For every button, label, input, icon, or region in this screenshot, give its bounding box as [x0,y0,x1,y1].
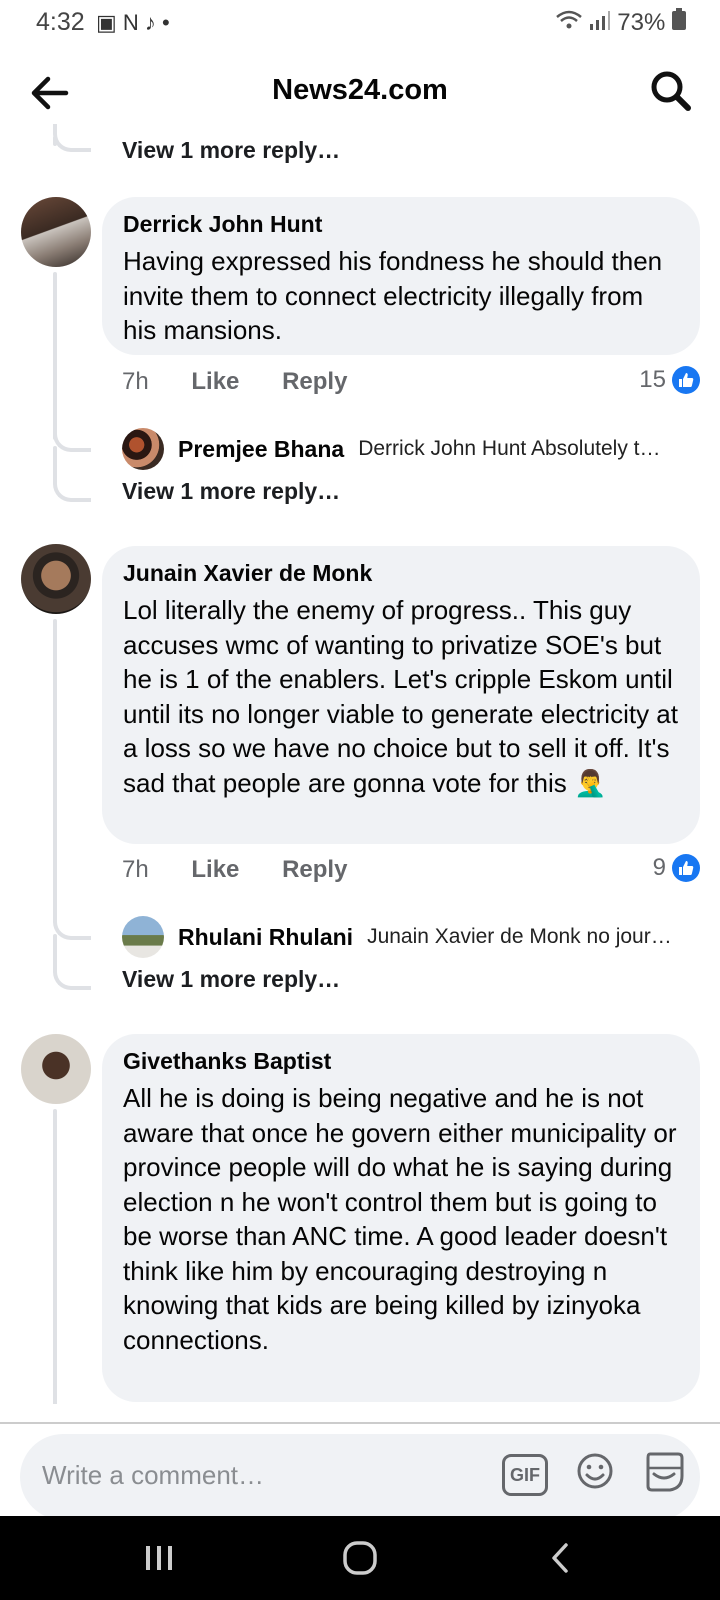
recent-apps-icon[interactable] [144,1544,174,1577]
reaction-count[interactable]: 9 [653,854,700,882]
thumbs-up-icon [672,854,700,882]
comment-input-placeholder: Write a comment… [42,1460,265,1490]
search-icon[interactable] [648,68,694,114]
reply-button[interactable]: Reply [282,368,347,395]
comment-actions: 7h Like Reply [122,368,383,396]
app-header: News24.com [0,46,720,136]
thread-connector [53,962,91,990]
view-more-replies-link[interactable]: View 1 more reply… [122,966,340,993]
view-more-replies-link[interactable]: View 1 more reply… [122,137,340,164]
comment-bubble: Derrick John Hunt Having expressed his f… [102,197,700,355]
battery-icon [672,8,686,36]
thread-connector [53,124,91,152]
reaction-count-label: 9 [652,854,666,881]
like-button[interactable]: Like [191,368,239,395]
comment-input[interactable]: Write a comment… GIF [20,1434,700,1520]
avatar[interactable] [21,544,91,614]
avatar[interactable] [122,916,164,958]
comment-bubble: Givethanks Baptist All he is doing is be… [102,1034,700,1402]
back-nav-icon[interactable] [550,1542,570,1579]
reply-preview[interactable]: Premjee Bhana Derrick John Hunt Absolute… [122,428,692,470]
reply-button[interactable]: Reply [282,856,347,883]
thread-line [53,272,57,440]
reply-snippet: Derrick John Hunt Absolutely t… [358,437,661,460]
system-nav-bar [0,1516,720,1600]
gif-button[interactable]: GIF [502,1454,548,1496]
sticker-icon[interactable] [644,1450,684,1492]
comment-text: Having expressed his fondness he should … [123,246,663,345]
avatar[interactable] [21,1034,91,1104]
notification-icons: ▣ N ♪ • [96,10,170,35]
status-right: 73% [556,8,686,37]
status-bar: 4:32 ▣ N ♪ • 73% [0,0,720,46]
comment-author[interactable]: Givethanks Baptist [123,1048,680,1075]
comment-bubble: Junain Xavier de Monk Lol literally the … [102,546,700,844]
comment-time: 7h [122,856,149,883]
reply-snippet: Junain Xavier de Monk no jour… [367,925,672,948]
avatar[interactable] [122,428,164,470]
comment-text: Lol literally the enemy of progress.. Th… [123,595,678,798]
signal-icon [589,9,618,36]
comment-author[interactable]: Derrick John Hunt [123,211,680,238]
thread-line [53,619,57,919]
reaction-count[interactable]: 15 [639,366,700,394]
thumbs-up-icon [672,366,700,394]
thread-connector [53,424,91,452]
thread-connector [53,474,91,502]
thread-line [53,446,57,478]
comment-author[interactable]: Junain Xavier de Monk [123,560,680,587]
home-icon[interactable] [342,1540,378,1581]
battery-label: 73% [617,9,666,36]
reply-author[interactable]: Premjee Bhana [178,436,344,463]
reply-author[interactable]: Rhulani Rhulani [178,924,353,951]
comment-text: All he is doing is being negative and he… [123,1083,677,1355]
page-title: News24.com [272,74,448,106]
wifi-icon [556,9,589,36]
clock: 4:32 [36,8,85,36]
comment-actions: 7h Like Reply [122,856,383,884]
reaction-count-label: 15 [639,366,666,393]
thread-connector [53,912,91,940]
emoji-icon[interactable] [576,1452,614,1490]
like-button[interactable]: Like [191,856,239,883]
thread-line [53,934,57,966]
thread-line [53,1109,57,1409]
comment-time: 7h [122,368,149,395]
view-more-replies-link[interactable]: View 1 more reply… [122,478,340,505]
divider [0,1422,720,1424]
reply-preview[interactable]: Rhulani Rhulani Junain Xavier de Monk no… [122,916,692,958]
avatar[interactable] [21,197,91,267]
